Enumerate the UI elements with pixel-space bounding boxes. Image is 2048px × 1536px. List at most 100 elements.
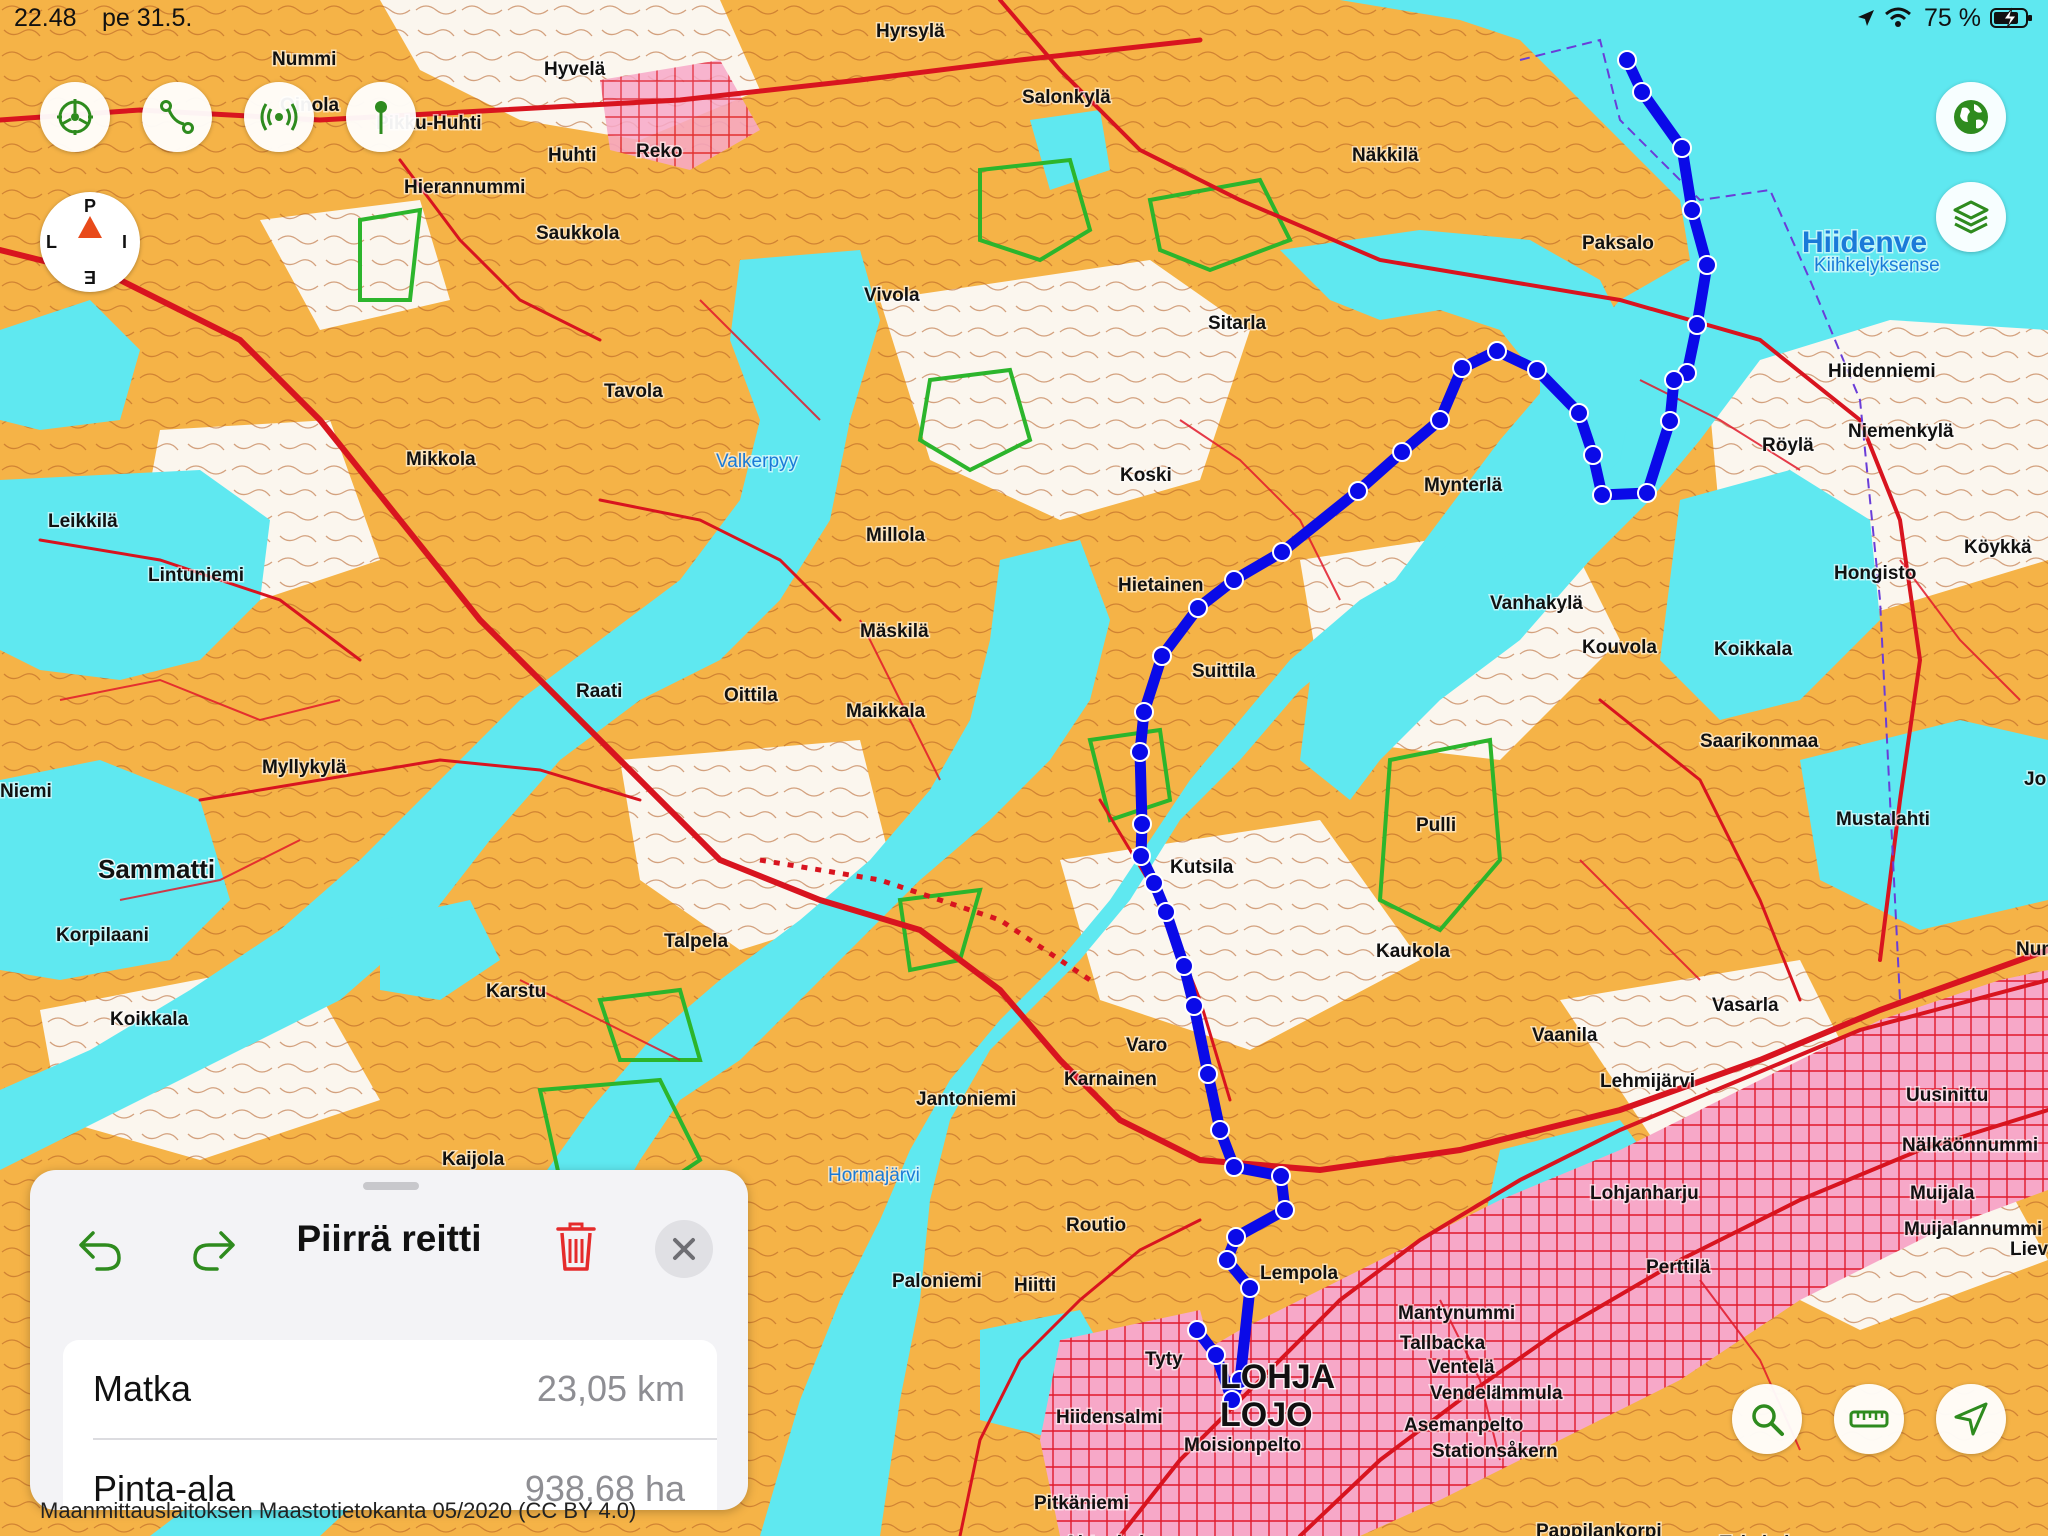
route-stats-list: Matka 23,05 km Pinta-ala 938,68 ha [63, 1340, 717, 1510]
route-vertex[interactable] [1660, 411, 1680, 431]
route-vertex[interactable] [1144, 873, 1164, 893]
route-vertex[interactable] [1226, 1227, 1246, 1247]
map-label: Kutsila [1170, 857, 1234, 878]
map-label: Vanhakylä [1490, 593, 1583, 614]
tracking-button[interactable] [244, 82, 314, 152]
route-vertex[interactable] [1152, 646, 1172, 666]
map-label: Uusinittu [1906, 1085, 1988, 1106]
map-pin-icon [375, 101, 387, 134]
map-label: Kaijola [442, 1149, 505, 1170]
route-vertex[interactable] [1224, 1157, 1244, 1177]
route-vertex[interactable] [1664, 370, 1684, 390]
route-vertex[interactable] [1583, 445, 1603, 465]
map-label: Mustalahti [1836, 809, 1930, 830]
route-vertex[interactable] [1131, 846, 1151, 866]
map-label: Mäskilä [860, 621, 929, 642]
map-label: Köykkä [1964, 537, 2032, 558]
route-vertex[interactable] [1275, 1200, 1295, 1220]
route-vertex[interactable] [1217, 1250, 1237, 1270]
route-vertex[interactable] [1682, 200, 1702, 220]
map-label: Salonkylä [1022, 87, 1111, 108]
map-label: Saarikonmaa [1700, 731, 1819, 752]
route-vertex[interactable] [1184, 996, 1204, 1016]
route-vertex[interactable] [1697, 255, 1717, 275]
map-source-button[interactable] [1936, 82, 2006, 152]
settings-button[interactable] [40, 82, 110, 152]
route-vertex[interactable] [1592, 485, 1612, 505]
route-vertex[interactable] [1487, 341, 1507, 361]
route-vertex[interactable] [1132, 814, 1152, 834]
map-label: Tyty [1145, 1349, 1183, 1370]
delete-route-button[interactable] [546, 1216, 606, 1276]
map-label: Koikkala [1714, 639, 1793, 660]
route-vertex[interactable] [1452, 358, 1472, 378]
map-label: LOJO [1220, 1396, 1313, 1434]
route-vertex[interactable] [1617, 50, 1637, 70]
route-vertex[interactable] [1632, 82, 1652, 102]
add-pin-button[interactable] [346, 82, 416, 152]
map-label: Muijalannummi [1904, 1219, 2042, 1240]
map-label: Valkerpyy [716, 451, 799, 472]
route-vertex[interactable] [1188, 598, 1208, 618]
map-label: Paksalo [1582, 233, 1654, 254]
map-label: Hormajärvi [828, 1165, 920, 1186]
route-vertex[interactable] [1130, 742, 1150, 762]
route-vertex[interactable] [1156, 902, 1176, 922]
map-label: Suittila [1192, 661, 1256, 682]
map-label: Koski [1120, 465, 1172, 486]
compass[interactable]: P I L E [40, 192, 140, 292]
map-label: LOHJA [1220, 1358, 1335, 1396]
route-vertex[interactable] [1348, 481, 1368, 501]
map-label: Hyrsylä [876, 21, 945, 42]
map-label: Tavola [604, 381, 663, 402]
route-vertex[interactable] [1134, 702, 1154, 722]
map-label: Lohjanharju [1590, 1183, 1699, 1204]
route-vertex[interactable] [1198, 1064, 1218, 1084]
measure-button[interactable] [1834, 1384, 1904, 1454]
route-vertex[interactable] [1672, 138, 1692, 158]
map-label: Lehmijärvi [1600, 1071, 1695, 1092]
route-vertex[interactable] [1240, 1278, 1260, 1298]
route-vertex[interactable] [1271, 1166, 1291, 1186]
map-label: Hiidensalmi [1056, 1407, 1163, 1428]
layers-button[interactable] [1936, 182, 2006, 252]
ruler-icon [1849, 1410, 1889, 1428]
route-vertex[interactable] [1637, 483, 1657, 503]
map-label: Mantynummi [1398, 1303, 1515, 1324]
locate-arrow-icon [1954, 1402, 1988, 1436]
map-label: Vendelä [1430, 1383, 1502, 1404]
map-label: Millola [866, 525, 926, 546]
compass-east: I [122, 232, 128, 252]
map-label: Hiidenniemi [1828, 361, 1936, 382]
route-vertex[interactable] [1392, 442, 1412, 462]
map-label: Jo [2024, 769, 2046, 790]
map-label: Nummi [272, 49, 336, 70]
route-vertex[interactable] [1210, 1120, 1230, 1140]
route-vertex[interactable] [1187, 1320, 1207, 1340]
route-vertex[interactable] [1527, 360, 1547, 380]
map-label: Lintuniemi [148, 565, 244, 586]
route-vertex[interactable] [1430, 410, 1450, 430]
map-label: Nälkäönnummi [1902, 1135, 2038, 1156]
map-label: Kaukola [1376, 941, 1450, 962]
search-button[interactable] [1732, 1384, 1802, 1454]
route-vertex[interactable] [1569, 403, 1589, 423]
route-vertex[interactable] [1174, 956, 1194, 976]
map-label: Asemanpelto [1404, 1415, 1523, 1436]
map-label: Saukkola [536, 223, 620, 244]
layers-icon [1953, 200, 1989, 234]
close-panel-button[interactable] [655, 1220, 713, 1278]
map-label: Perttilä [1646, 1257, 1711, 1278]
route-vertex[interactable] [1272, 542, 1292, 562]
map-label: Niemenkylä [1848, 421, 1954, 442]
status-time: 22.48 [14, 4, 77, 32]
map-label: Korpilaani [56, 925, 149, 946]
stat-value: 23,05 km [536, 1368, 685, 1409]
panel-grabber[interactable] [363, 1182, 419, 1190]
route-vertex[interactable] [1687, 315, 1707, 335]
route-tool-button[interactable] [142, 82, 212, 152]
route-vertex[interactable] [1224, 570, 1244, 590]
map-label: Muijala [1910, 1183, 1975, 1204]
locate-me-button[interactable] [1936, 1384, 2006, 1454]
map-label: Maikkala [846, 701, 926, 722]
